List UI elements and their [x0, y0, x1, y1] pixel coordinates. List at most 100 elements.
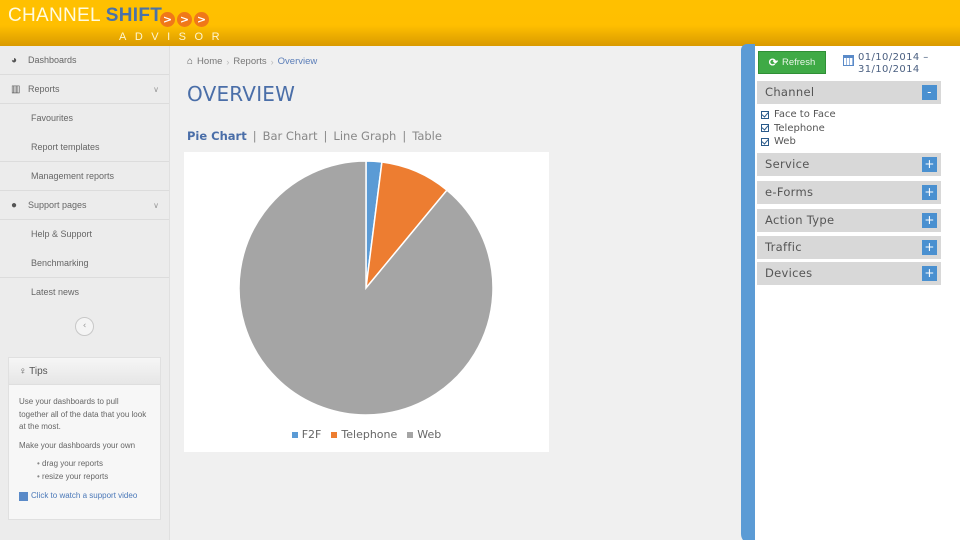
option-web[interactable]: Web [761, 135, 941, 149]
pie-slice-web[interactable] [238, 160, 494, 416]
collapse-button[interactable]: - [922, 85, 937, 100]
filter-label: Devices [765, 266, 813, 280]
sidebar-item-favourites[interactable]: Favourites [0, 104, 169, 133]
filter-label: Traffic [765, 240, 802, 254]
option-face-to-face[interactable]: Face to Face [761, 108, 941, 122]
tips-paragraph: Make your dashboards your own [19, 440, 136, 450]
chevron-down-icon: ∨ [153, 85, 159, 94]
pie-chart [238, 160, 494, 416]
sidebar-item-label: Reports [28, 84, 60, 94]
page-title: OVERVIEW [187, 82, 296, 106]
logo[interactable]: CHANNEL SHIFT > > > ADVISOR [8, 5, 220, 43]
filter-label: Channel [765, 85, 815, 99]
checkbox[interactable] [761, 124, 769, 133]
filter-header[interactable]: Channel - [757, 81, 941, 104]
option-label: Web [774, 136, 796, 148]
legend-item-web[interactable]: Web [407, 428, 441, 441]
checkbox[interactable] [761, 110, 769, 119]
filter-header[interactable]: e-Forms + [757, 181, 941, 204]
expand-button[interactable]: + [922, 157, 937, 172]
breadcrumb-reports[interactable]: Reports [233, 56, 266, 67]
legend-label: Telephone [341, 428, 398, 441]
sidebar-item-management-reports[interactable]: Management reports [0, 162, 169, 191]
arrow-circle-icon: > [160, 12, 176, 27]
filter-label: Action Type [765, 213, 835, 227]
logo-channel-text: CHANNEL [8, 5, 106, 26]
sidebar-item-label: Dashboards [28, 55, 77, 65]
expand-button[interactable]: + [922, 213, 937, 228]
chevron-left-icon: ‹ [82, 321, 87, 331]
date-from: 01/10/2014 – [858, 52, 929, 63]
breadcrumb-current: Overview [277, 56, 318, 67]
home-icon: ⌂ [187, 56, 194, 67]
filter-header[interactable]: Action Type + [757, 209, 941, 232]
dashboard-icon: ◕ [11, 55, 18, 66]
tips-body: Use your dashboards to pull together all… [9, 385, 160, 503]
tab-line-graph[interactable]: Line Graph [333, 129, 396, 143]
chart-legend: F2F Telephone Web [184, 428, 549, 441]
legend-swatch [407, 431, 414, 438]
sidebar-item-reports[interactable]: ▥ Reports ∨ [0, 75, 169, 104]
filter-action-type: Action Type + [757, 209, 941, 232]
option-label: Telephone [774, 122, 825, 134]
legend-item-f2f[interactable]: F2F [291, 428, 322, 441]
option-label: Face to Face [774, 109, 836, 121]
tips-paragraph: Use your dashboards to pull together all… [19, 397, 147, 431]
option-telephone[interactable]: Telephone [761, 122, 941, 136]
sidebar-collapse-button[interactable]: ‹ [75, 317, 94, 336]
tab-bar-chart[interactable]: Bar Chart [263, 129, 318, 143]
pie-chart-container: F2F Telephone Web [184, 152, 549, 452]
date-range[interactable]: 01/10/2014 – 31/10/2014 [843, 52, 929, 76]
support-video-link[interactable]: Click to watch a support video [19, 490, 150, 503]
support-icon: ● [11, 200, 18, 211]
sidebar-item-dashboards[interactable]: ◕ Dashboards [0, 46, 169, 75]
sidebar-item-latest-news[interactable]: Latest news [0, 278, 169, 307]
legend-item-telephone[interactable]: Telephone [331, 428, 397, 441]
filter-label: Service [765, 157, 810, 171]
breadcrumb: ⌂ Home › Reports › Overview [187, 56, 317, 67]
sidebar-item-help-support[interactable]: Help & Support [0, 220, 169, 249]
arrow-circle-icon: > [194, 12, 210, 27]
sidebar-item-label: Help & Support [31, 229, 93, 239]
filter-devices: Devices + [757, 262, 941, 285]
legend-swatch [331, 431, 338, 438]
calendar-icon [843, 55, 854, 66]
tab-divider: | [323, 129, 328, 143]
filter-service: Service + [757, 153, 941, 176]
bar-chart-icon: ▥ [11, 84, 21, 95]
tips-title: Tips [29, 366, 48, 377]
expand-button[interactable]: + [922, 266, 937, 281]
lightbulb-icon: ♀ [19, 366, 27, 377]
filter-header[interactable]: Devices + [757, 262, 941, 285]
breadcrumb-home[interactable]: Home [197, 56, 222, 67]
legend-label: F2F [301, 428, 322, 441]
filter-header[interactable]: Service + [757, 153, 941, 176]
filter-label: e-Forms [765, 185, 814, 199]
tab-divider: | [252, 129, 257, 143]
sidebar-item-benchmarking[interactable]: Benchmarking [0, 249, 169, 278]
tab-pie-chart[interactable]: Pie Chart [187, 129, 247, 143]
support-video-label: Click to watch a support video [31, 491, 138, 500]
sidebar-item-label: Latest news [31, 287, 80, 297]
filter-panel: ⟳ Refresh 01/10/2014 – 31/10/2014 Channe… [755, 46, 960, 540]
date-to: 31/10/2014 [858, 64, 920, 75]
expand-button[interactable]: + [922, 240, 937, 255]
refresh-button[interactable]: ⟳ Refresh [758, 51, 826, 74]
expand-button[interactable]: + [922, 185, 937, 200]
sidebar-item-report-templates[interactable]: Report templates [0, 133, 169, 162]
logo-shift-text: SHIFT [105, 5, 163, 26]
panel-accent-bar [741, 44, 755, 540]
filter-header[interactable]: Traffic + [757, 236, 941, 259]
tab-divider: | [402, 129, 407, 143]
sidebar-item-label: Management reports [31, 171, 115, 181]
legend-swatch [291, 431, 298, 438]
tab-table[interactable]: Table [412, 129, 442, 143]
refresh-label: Refresh [781, 57, 816, 68]
legend-label: Web [417, 428, 442, 441]
sidebar-item-label: Report templates [31, 142, 100, 152]
sidebar-item-support-pages[interactable]: ● Support pages ∨ [0, 191, 169, 220]
sidebar-item-label: Support pages [28, 200, 87, 210]
checkbox[interactable] [761, 137, 769, 146]
chevron-down-icon: ∨ [153, 201, 159, 210]
logo-arrows: > > > [160, 12, 210, 27]
